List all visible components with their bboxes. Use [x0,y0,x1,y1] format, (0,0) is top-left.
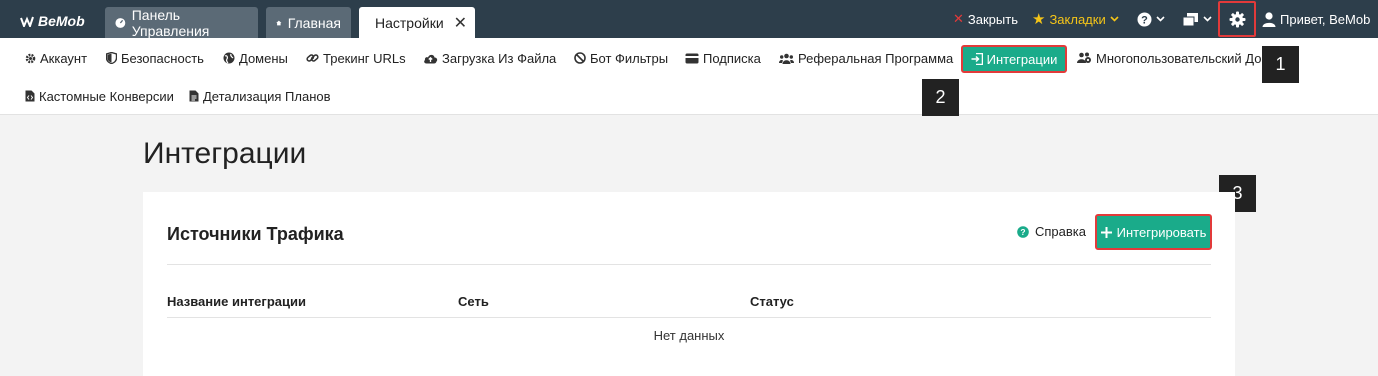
bemob-logo[interactable]: BeMob [20,13,85,29]
integrate-label: Интегрировать [1116,224,1207,240]
svg-text:?: ? [1020,227,1025,237]
tab-label: Панель Управления [131,6,210,39]
globe-icon [223,52,235,64]
cloud-upload-icon [424,54,438,63]
nav-tracking-urls[interactable]: Трекинг URLs [306,48,406,68]
column-header-status[interactable]: Статус [750,294,794,309]
help-link[interactable]: ? Справка [1017,224,1086,239]
nav-account[interactable]: Аккаунт [25,48,87,68]
settings-nav: Аккаунт Безопасность Домены Трекинг URLs… [0,38,1378,115]
tab-dashboard[interactable]: Панель Управления [105,6,258,39]
tab-settings[interactable]: Настройки ✕ [359,7,475,38]
shield-icon [106,52,117,64]
users-cog-icon [1077,52,1091,63]
nav-domains[interactable]: Домены [223,48,288,68]
nav-label: Реферальная Программа [798,50,954,66]
close-button[interactable]: ✕ Закрыть [953,0,1018,38]
logo-text: BeMob [38,13,85,29]
link-icon [306,54,319,62]
close-tab-icon[interactable]: ✕ [454,13,467,33]
ban-icon [574,52,586,64]
nav-label: Кастомные Конверсии [39,88,174,104]
question-circle-icon: ? [1017,225,1029,238]
svg-text:?: ? [1141,14,1148,26]
nav-multi-user-access[interactable]: Многопользовательский Доступ [1077,48,1288,68]
close-icon: ✕ [953,11,964,26]
user-menu[interactable]: Привет, BeMob [1262,0,1370,38]
nav-label: Бот Фильтры [590,50,669,66]
empty-state: Нет данных [653,328,725,343]
settings-button[interactable] [1218,1,1256,37]
nav-label: Многопользовательский Доступ [1096,50,1288,66]
file-code-icon [25,90,35,102]
windows-menu[interactable] [1182,0,1212,38]
file-text-icon [189,90,199,102]
nav-label: Детализация Планов [203,88,331,104]
star-icon: ★ [1032,11,1046,28]
tab-label: Главная [287,14,341,31]
chevron-down-icon [1110,16,1119,22]
step-badge-2: 2 [922,79,959,116]
step-badge-1: 1 [1262,46,1299,83]
nav-label: Трекинг URLs [323,50,406,66]
bookmarks-menu[interactable]: ★ Закладки [1032,0,1119,38]
logo-icon [20,16,34,27]
tab-label: Настройки [375,14,444,31]
nav-label: Подписка [703,50,761,66]
users-icon [779,53,794,64]
nav-referral-program[interactable]: Реферальная Программа [779,48,953,68]
nav-label: Безопасность [121,50,204,66]
nav-integrations[interactable]: Интеграции [961,45,1067,73]
nav-bot-filters[interactable]: Бот Фильтры [574,48,668,68]
column-header-network[interactable]: Сеть [458,294,489,309]
nav-plan-details[interactable]: Детализация Планов [189,86,331,106]
help-label: Справка [1035,224,1086,239]
column-header-name[interactable]: Название интеграции [167,294,306,309]
nav-custom-conversions[interactable]: Кастомные Конверсии [25,86,174,106]
help-icon: ? [1137,12,1152,26]
home-icon [276,20,282,25]
page-title: Интеграции [143,137,307,170]
tab-home[interactable]: Главная [266,7,351,38]
sign-in-icon [971,53,983,65]
credit-card-icon [685,53,699,63]
windows-icon [1182,12,1198,26]
close-label: Закрыть [967,11,1018,27]
nav-label: Домены [239,50,288,66]
top-bar: BeMob Панель Управления Главная Настройк… [0,0,1378,39]
divider [167,264,1211,265]
plus-icon [1100,226,1112,238]
user-icon [1262,11,1276,27]
table-header-divider [167,317,1211,318]
nav-subscription[interactable]: Подписка [685,48,761,68]
nav-label: Загрузка Из Файла [442,50,557,66]
integrate-button[interactable]: Интегрировать [1095,214,1212,250]
bookmarks-label: Закладки [1049,11,1106,27]
gear-icon [25,53,36,63]
chevron-down-icon [1203,16,1212,22]
traffic-sources-card: Источники Трафика ? Справка Интегрироват… [143,192,1235,376]
nav-label: Интеграции [986,51,1058,67]
nav-security[interactable]: Безопасность [106,48,204,68]
card-title: Источники Трафика [167,224,344,244]
dashboard-icon [115,17,126,28]
help-menu[interactable]: ? [1137,0,1165,38]
nav-label: Аккаунт [40,50,88,66]
gear-icon [1229,11,1245,27]
user-greeting: Привет, BeMob [1280,11,1371,27]
chevron-down-icon [1156,16,1165,22]
nav-file-upload[interactable]: Загрузка Из Файла [423,48,556,68]
